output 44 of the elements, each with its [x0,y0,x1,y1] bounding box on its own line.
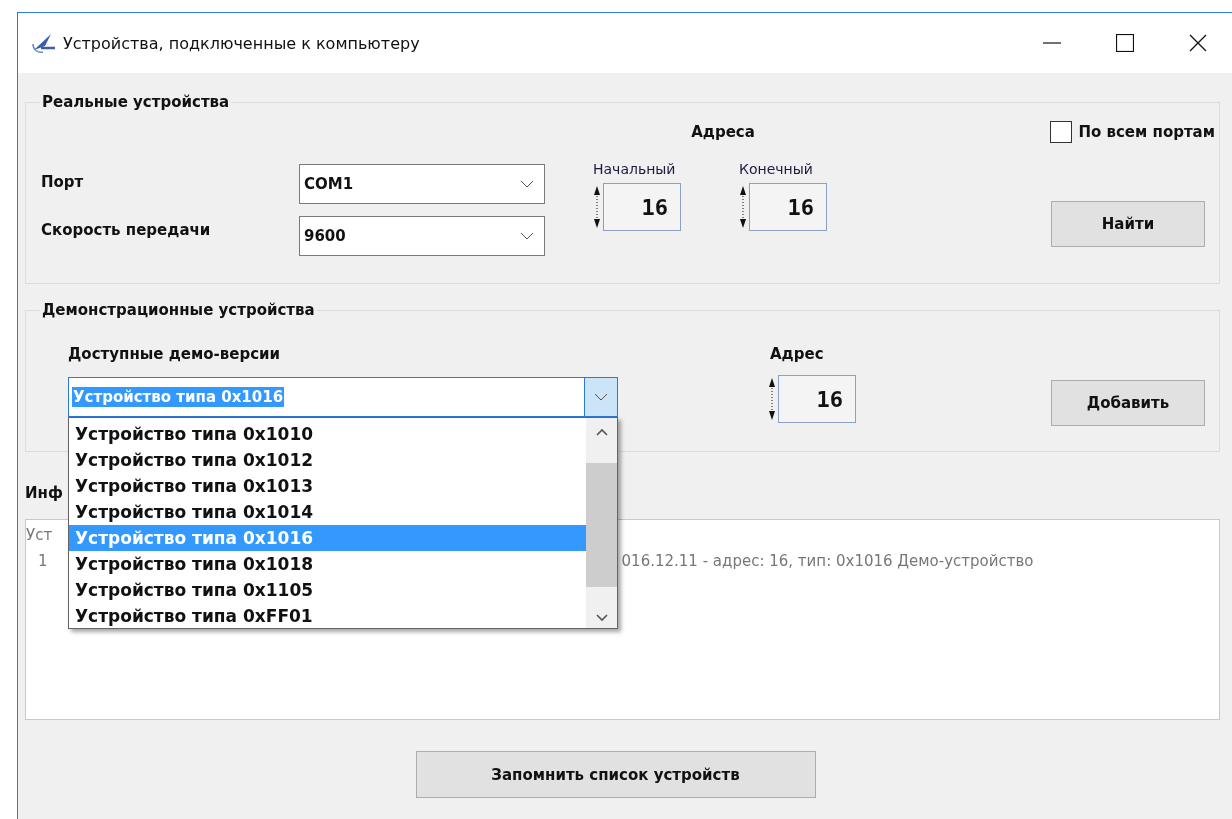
chevron-down-icon [520,232,534,240]
addresses-label: Адреса [691,123,755,141]
chevron-up-icon[interactable] [595,428,608,436]
find-button[interactable]: Найти [1051,201,1205,247]
close-icon[interactable] [1189,34,1207,52]
spin-arrows-icon[interactable] [593,185,601,229]
all-ports-checkbox[interactable]: По всем портам [1050,121,1215,143]
dropdown-option[interactable]: Устройство типа 0x1012 [69,447,586,473]
save-list-button[interactable]: Запомнить список устройств [415,751,816,798]
app-logo-icon [31,32,57,54]
port-label: Порт [41,173,85,191]
info-text: Уст [26,526,53,544]
address-spinbox[interactable]: 16 [778,375,856,423]
maximize-icon[interactable] [1116,34,1134,52]
info-text: 1 [38,552,48,570]
spin-arrows-icon[interactable] [739,185,747,229]
end-address-spinbox[interactable]: 16 [749,183,827,231]
chevron-down-icon[interactable] [595,614,608,622]
chevron-down-icon [520,180,534,188]
start-address-spinbox[interactable]: 16 [603,183,681,231]
address-label: Адрес [770,345,825,363]
group-title: Реальные устройства [40,93,232,111]
dropdown-toggle[interactable] [584,378,617,416]
speed-label: Скорость передачи [41,221,212,239]
dropdown-option[interactable]: Устройство типа 0x1018 [69,551,586,577]
scrollbar-thumb[interactable] [586,463,617,587]
dropdown-option[interactable]: Устройство типа 0xFF01 [69,603,586,629]
available-demos-label: Доступные демо-версии [68,345,282,363]
window-title: Устройства, подключенные к компьютеру [63,33,420,53]
add-button[interactable]: Добавить [1051,380,1205,426]
spin-arrows-icon[interactable] [768,377,776,421]
port-dropdown[interactable]: COM1 [299,164,545,204]
speed-dropdown[interactable]: 9600 [299,216,545,256]
scrollbar[interactable] [586,418,617,628]
info-text: 016.12.11 - адрес: 16, тип: 0x1016 Демо-устройство [621,552,1034,570]
dropdown-option[interactable]: Устройство типа 0x1014 [69,499,586,525]
start-address-label: Начальный [593,161,677,177]
dropdown-option[interactable]: Устройство типа 0x1105 [69,577,586,603]
dropdown-option[interactable]: Устройство типа 0x1013 [69,473,586,499]
info-label: Инф [25,484,63,502]
dropdown-option[interactable]: Устройство типа 0x1010 [69,421,586,447]
group-title: Демонстрационные устройства [40,301,317,319]
end-address-label: Конечный [739,161,814,177]
chevron-down-icon [594,393,608,401]
